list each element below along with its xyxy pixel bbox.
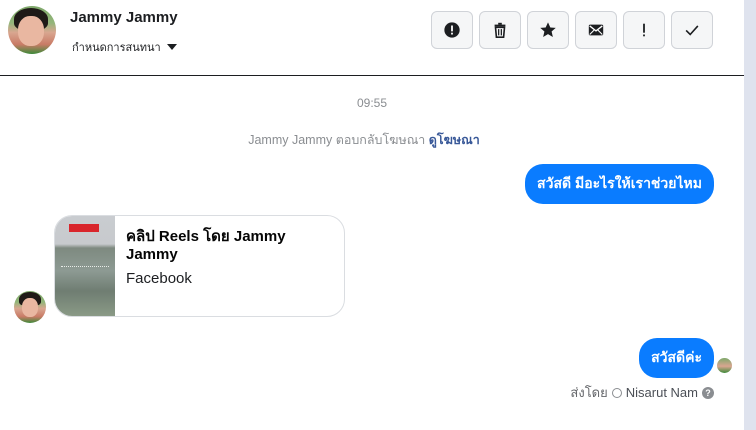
conversation-toolbar (431, 11, 713, 49)
contact-avatar[interactable] (8, 6, 56, 54)
delete-button[interactable] (479, 11, 521, 49)
reels-thumbnail (55, 216, 115, 316)
message-timestamp: 09:55 (356, 96, 388, 110)
mail-icon (588, 24, 604, 36)
caret-down-icon (166, 44, 177, 50)
help-icon[interactable]: ? (702, 386, 714, 399)
view-ad-link[interactable]: ดูโฆษณา (429, 133, 480, 147)
thumbnail-red-tag (69, 224, 99, 232)
follow-up-button[interactable] (623, 11, 665, 49)
avatar-face (18, 16, 44, 46)
check-icon (685, 25, 699, 36)
sent-by-line: ส่งโดย Nisarut Nam ? (570, 382, 714, 403)
mark-spam-button[interactable] (431, 11, 473, 49)
sender-name: Nisarut Nam (625, 385, 698, 400)
contact-name[interactable]: Jammy Jammy (70, 9, 178, 26)
sent-by-label: ส่งโดย (570, 385, 608, 400)
conversation-header: Jammy Jammy กำหนดการสนทนา (0, 0, 744, 76)
exclamation-icon (643, 23, 645, 37)
card-source: Facebook (126, 270, 192, 287)
star-icon (540, 22, 556, 38)
ad-reply-note: Jammy Jammy ตอบกลับโฆษณา ดูโฆษณา (0, 130, 728, 150)
ad-reply-text: Jammy Jammy ตอบกลับโฆษณา (248, 133, 426, 147)
scrollbar[interactable] (744, 0, 756, 430)
outgoing-message-bubble-2[interactable]: สวัสดีค่ะ (639, 338, 714, 378)
assign-conversation-dropdown[interactable]: กำหนดการสนทนา (72, 38, 177, 56)
thumbnail-bird-line (61, 266, 109, 269)
trash-icon (494, 22, 506, 39)
spam-icon (444, 22, 460, 38)
card-title: คลิป Reels โดย Jammy Jammy (126, 228, 286, 263)
seen-avatar (717, 358, 732, 373)
star-button[interactable] (527, 11, 569, 49)
sender-avatar[interactable] (14, 291, 46, 323)
assign-conversation-label: กำหนดการสนทนา (72, 42, 161, 54)
outgoing-message-bubble[interactable]: สวัสดี มีอะไรให้เราช่วยไหม (525, 164, 714, 204)
avatar-face (22, 298, 38, 317)
mark-unread-button[interactable] (575, 11, 617, 49)
reels-share-card[interactable]: คลิป Reels โดย Jammy Jammy Facebook (54, 215, 345, 317)
verified-icon (611, 387, 622, 398)
mark-done-button[interactable] (671, 11, 713, 49)
